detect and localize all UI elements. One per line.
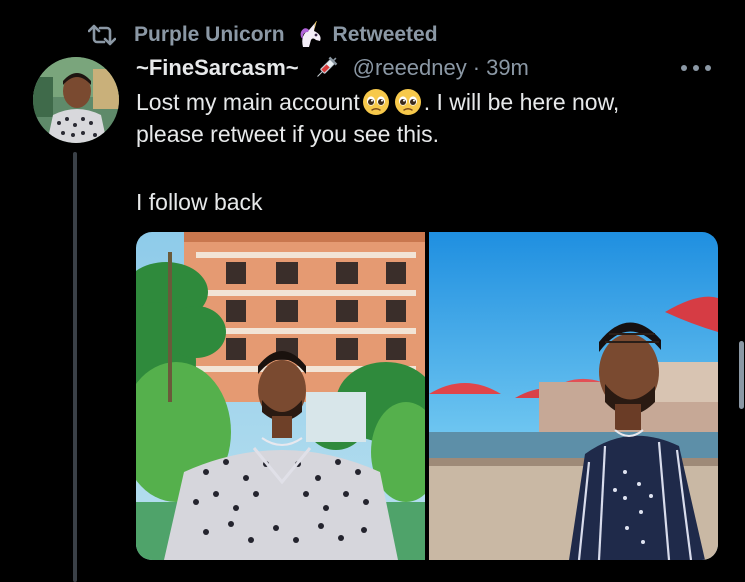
right-photo-image — [429, 232, 718, 560]
right-photo[interactable] — [429, 232, 718, 560]
retweet-header[interactable]: Purple Unicorn Retweeted — [88, 20, 438, 50]
pleading-face-icon — [394, 89, 421, 115]
tweet-text: Lost my main account . I will be here no… — [136, 86, 726, 150]
retweeter-name[interactable]: Purple Unicorn — [134, 23, 285, 47]
tweet-text-part-2: . I will be here now, — [423, 89, 620, 115]
retweeted-label: Retweeted — [332, 23, 438, 46]
user-handle[interactable]: @reeedney — [353, 55, 467, 81]
avatar[interactable] — [33, 57, 119, 143]
tweet-timestamp[interactable]: 39m — [486, 55, 529, 81]
scrollbar[interactable] — [739, 341, 744, 409]
tweet-text-line-2: please retweet if you see this. — [136, 121, 439, 147]
left-photo-image — [136, 232, 425, 560]
tweet-text-line-3: I follow back — [136, 189, 263, 215]
thread-line — [73, 152, 77, 582]
syringe-icon — [316, 56, 337, 77]
avatar-image — [33, 57, 119, 143]
media-grid[interactable] — [136, 232, 718, 560]
unicorn-icon — [300, 21, 321, 47]
pleading-face-icon — [362, 89, 389, 115]
more-icon — [681, 65, 711, 71]
tweet-header: ~FineSarcasm~ @reeedney · 39m — [136, 52, 529, 84]
tweet-text-part-1: Lost my main account — [136, 89, 360, 115]
display-name[interactable]: ~FineSarcasm~ — [136, 55, 299, 81]
left-photo[interactable] — [136, 232, 425, 560]
tweet-text-line-1: Lost my main account . I will be here no… — [136, 86, 726, 118]
more-options-button[interactable] — [676, 58, 716, 78]
separator-dot: · — [472, 55, 481, 80]
retweet-icon — [88, 24, 116, 46]
